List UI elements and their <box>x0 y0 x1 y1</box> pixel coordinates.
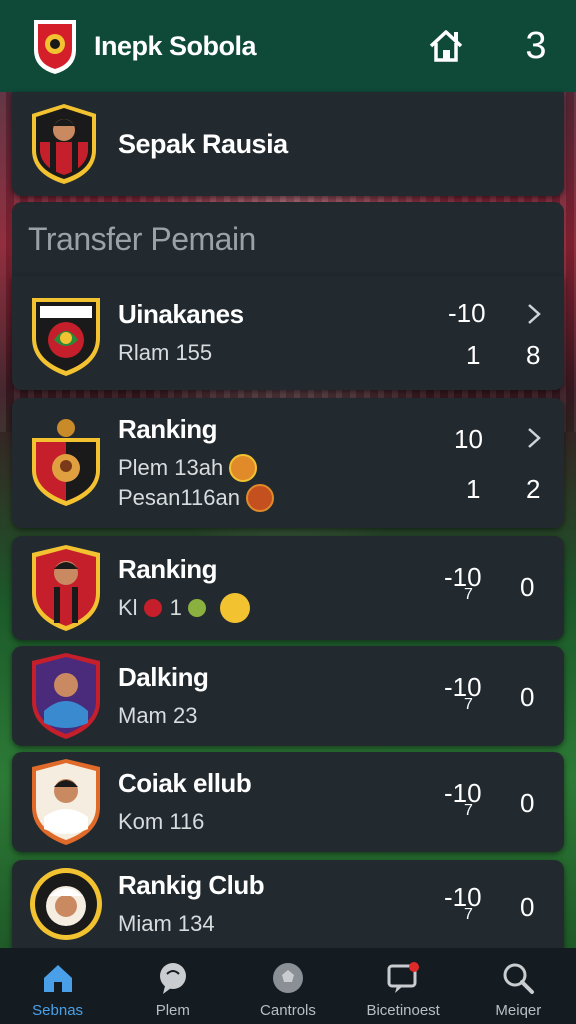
stat-value: 8 <box>526 340 541 370</box>
stat-subvalue: 7 <box>464 802 473 819</box>
row-text: Rankig Club Miam 134 <box>118 870 444 939</box>
nav-item-chat[interactable]: Plem <box>118 948 228 1019</box>
nav-label: Meiqer <box>495 1002 542 1019</box>
row-text: Dalking Mam 23 <box>118 662 444 731</box>
stat-value: 10 <box>454 424 483 454</box>
player-avatar <box>219 592 250 623</box>
nav-item-home[interactable]: Sebnas <box>3 948 113 1019</box>
row-stats: -10 7 0 <box>444 536 564 640</box>
main-content: Sepak Rausia Transfer Pemain Uinakanes R… <box>12 92 564 948</box>
list-item[interactable]: Coiak ellub Kom 116 -10 7 0 <box>12 752 564 852</box>
row-subtitle: Mam 23 <box>118 702 198 728</box>
row-subtitle: Miam 134 <box>118 910 215 936</box>
home-icon[interactable] <box>426 26 466 66</box>
stat-subvalue: 7 <box>464 906 473 923</box>
row-title: Coiak ellub <box>118 767 252 798</box>
section-title: Transfer Pemain <box>12 202 564 276</box>
row-subtitle-text: Plem 13ah <box>118 454 224 480</box>
badge-icon <box>187 598 206 617</box>
row-stats: -10 7 0 <box>444 860 564 948</box>
stat-value: 0 <box>520 682 535 712</box>
stat-value: 1 <box>466 474 481 504</box>
list-item[interactable]: Uinakanes Rlam 155 -10 1 8 <box>12 276 564 390</box>
row-subtitle-text: 1 <box>169 594 182 620</box>
player-crest-icon <box>32 759 100 845</box>
message-icon <box>387 962 420 993</box>
stat-value: -10 <box>444 778 482 808</box>
home-icon <box>43 965 72 992</box>
row-text: Ranking Kl 1 <box>118 554 444 623</box>
chevron-right-icon[interactable] <box>524 302 544 326</box>
player-crest-icon <box>32 104 96 184</box>
row-title: Dalking <box>118 661 209 692</box>
stat-value: 0 <box>520 788 535 818</box>
app-header: Inepk Sobola 3 <box>0 0 576 92</box>
row-title: Ranking <box>118 553 218 584</box>
badge-icon <box>245 483 274 512</box>
chat-icon <box>159 963 186 994</box>
row-title: Ranking <box>118 413 218 444</box>
search-icon <box>503 963 535 994</box>
app-title: Inepk Sobola <box>94 30 257 61</box>
header-count[interactable]: 3 <box>516 25 556 68</box>
row-subtitle: Kl 1 <box>118 592 444 623</box>
list-item[interactable]: Rankig Club Miam 134 -10 7 0 <box>12 860 564 948</box>
nav-label: Plem <box>155 1002 190 1019</box>
list-item[interactable]: Dalking Mam 23 -10 7 0 <box>12 646 564 746</box>
row-text: Uinakanes Rlam 155 <box>118 299 444 368</box>
chevron-right-icon[interactable] <box>524 426 544 450</box>
row-title: Rankig Club <box>118 869 265 900</box>
player-crest-icon <box>30 868 102 940</box>
row-stats: -10 7 0 <box>444 646 564 746</box>
badge-icon <box>143 598 162 617</box>
ball-icon <box>272 963 303 993</box>
club-logo-icon <box>34 20 76 74</box>
player-crest-icon <box>32 545 100 631</box>
list-item[interactable]: Ranking Plem 13ah Pesan116an 10 1 2 <box>12 398 564 528</box>
stat-value: -10 <box>448 298 486 328</box>
list-item[interactable]: Ranking Kl 1 -10 7 0 <box>12 536 564 640</box>
featured-title: Sepak Rausia <box>118 128 288 159</box>
club-crest-icon <box>32 419 100 506</box>
row-subtitle: Plem 13ah <box>118 453 444 483</box>
row-subtitle: Pesan116an <box>118 483 444 513</box>
badge-icon <box>229 453 258 482</box>
stat-subvalue: 7 <box>464 696 473 713</box>
stat-value: 0 <box>520 892 535 922</box>
stat-value: -10 <box>444 672 482 702</box>
stat-subvalue: 7 <box>464 586 473 603</box>
bottom-nav: Sebnas Plem Cantrols Bicetinoest Meiqer <box>0 948 576 1024</box>
stat-value: -10 <box>444 882 482 912</box>
stat-value: 1 <box>466 340 481 370</box>
stat-value: 0 <box>520 572 535 602</box>
nav-item-search[interactable]: Meiqer <box>463 948 573 1019</box>
row-title: Uinakanes <box>118 298 244 329</box>
stat-value: -10 <box>444 562 482 592</box>
row-subtitle: Kom 116 <box>118 808 205 834</box>
player-crest-icon <box>32 653 100 739</box>
nav-label: Cantrols <box>260 1002 316 1019</box>
row-stats: -10 1 8 <box>444 276 564 390</box>
nav-item-controls[interactable]: Cantrols <box>233 948 343 1019</box>
row-subtitle-text: Pesan116an <box>118 484 240 510</box>
stat-value: 2 <box>526 474 541 504</box>
row-stats: 10 1 2 <box>444 398 564 528</box>
nav-label: Sebnas <box>32 1002 84 1019</box>
nav-label: Bicetinoest <box>366 1002 440 1019</box>
club-crest-icon <box>32 298 100 376</box>
row-subtitle-text: Kl <box>118 594 138 620</box>
nav-item-messages[interactable]: Bicetinoest <box>348 948 458 1019</box>
featured-card[interactable]: Sepak Rausia <box>12 92 564 196</box>
row-text: Ranking Plem 13ah Pesan116an <box>118 414 444 513</box>
row-stats: -10 7 0 <box>444 752 564 852</box>
row-subtitle: Rlam 155 <box>118 339 213 365</box>
row-text: Coiak ellub Kom 116 <box>118 768 444 837</box>
